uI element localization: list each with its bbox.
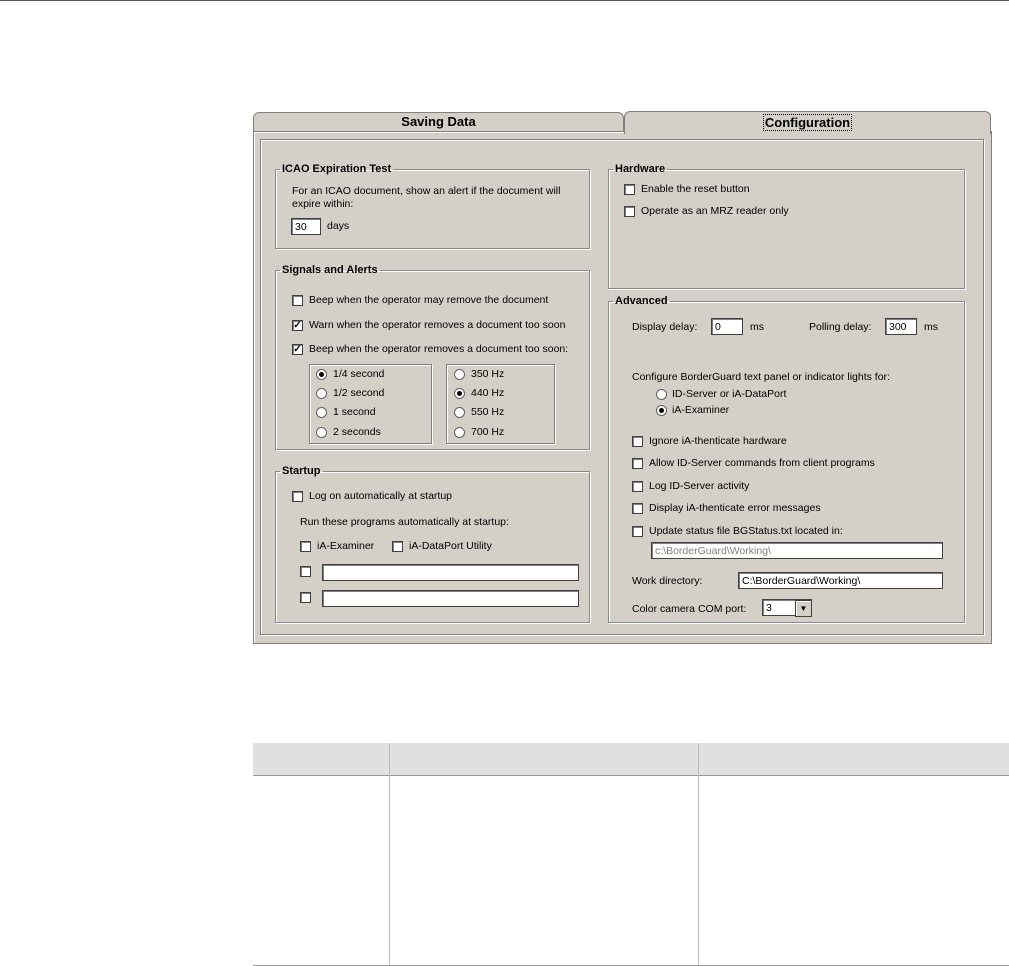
- display-delay-unit: ms: [750, 321, 764, 333]
- duration-label-quarter: 1/4 second: [333, 368, 385, 380]
- custom-program1-input[interactable]: [322, 564, 579, 581]
- chevron-down-icon[interactable]: ▼: [795, 600, 812, 617]
- custom-program2-input[interactable]: [322, 590, 579, 607]
- warn-soon-label: Warn when the operator removes a documen…: [309, 319, 566, 331]
- display-delay-label: Display delay:: [632, 321, 698, 333]
- tab-configuration[interactable]: Configuration: [624, 111, 991, 134]
- frequency-radio-350[interactable]: [454, 369, 465, 380]
- ignore-hw-checkbox[interactable]: [632, 436, 643, 447]
- frequency-radio-700[interactable]: [454, 427, 465, 438]
- custom-program1-checkbox[interactable]: [300, 566, 311, 577]
- icao-description-line1: For an ICAO document, show an alert if t…: [292, 185, 561, 197]
- run-programs-label: Run these programs automatically at star…: [300, 516, 509, 528]
- com-port-label: Color camera COM port:: [632, 603, 747, 615]
- beep-soon-label: Beep when the operator removes a documen…: [309, 343, 569, 355]
- advanced-group-title: Advanced: [615, 295, 668, 307]
- configure-bg-label: Configure BorderGuard text panel or indi…: [632, 371, 890, 383]
- icao-description-line2: expire within:: [292, 198, 354, 210]
- frequency-label-700: 700 Hz: [471, 426, 505, 438]
- duration-radio-two[interactable]: [316, 427, 327, 438]
- option-examiner-label: iA-Examiner: [672, 404, 730, 416]
- enable-reset-checkbox[interactable]: [624, 184, 635, 195]
- hardware-group: Hardware: [608, 163, 965, 289]
- work-dir-label: Work directory:: [632, 575, 703, 587]
- option-examiner-radio[interactable]: [656, 405, 667, 416]
- logon-auto-checkbox[interactable]: [292, 491, 303, 502]
- table-column-divider-1: [389, 743, 390, 965]
- frequency-label-440: 440 Hz: [471, 387, 505, 399]
- work-dir-input[interactable]: C:\BorderGuard\Working\: [738, 572, 943, 589]
- polling-delay-unit: ms: [924, 321, 938, 333]
- allow-cmds-checkbox[interactable]: [632, 458, 643, 469]
- ia-dataport-label: iA-DataPort Utility: [409, 540, 492, 552]
- ignore-hw-label: Ignore iA-thenticate hardware: [649, 435, 787, 447]
- log-activity-checkbox[interactable]: [632, 481, 643, 492]
- polling-delay-label: Polling delay:: [809, 321, 872, 333]
- beep-remove-label: Beep when the operator may remove the do…: [309, 294, 549, 306]
- duration-label-half: 1/2 second: [333, 387, 385, 399]
- display-errors-label: Display iA-thenticate error messages: [649, 502, 821, 514]
- logon-auto-label: Log on automatically at startup: [309, 490, 453, 502]
- display-errors-checkbox[interactable]: [632, 503, 643, 514]
- tab-saving-data[interactable]: Saving Data: [253, 112, 624, 131]
- startup-group-title: Startup: [282, 465, 321, 477]
- icao-days-input[interactable]: 30: [291, 218, 321, 235]
- page-top-rule: [0, 0, 1009, 1]
- display-delay-input[interactable]: 0: [711, 318, 743, 335]
- ia-examiner-label: iA-Examiner: [317, 540, 375, 552]
- table-header: [253, 743, 1009, 776]
- mrz-only-label: Operate as an MRZ reader only: [641, 205, 789, 217]
- ia-examiner-checkbox[interactable]: [300, 541, 311, 552]
- duration-radio-half[interactable]: [316, 388, 327, 399]
- duration-label-two: 2 seconds: [333, 426, 381, 438]
- beep-remove-checkbox[interactable]: [292, 295, 303, 306]
- beep-soon-checkbox[interactable]: ✓: [292, 344, 303, 355]
- allow-cmds-label: Allow ID-Server commands from client pro…: [649, 457, 875, 469]
- enable-reset-label: Enable the reset button: [641, 183, 750, 195]
- icao-days-unit: days: [327, 220, 350, 232]
- frequency-radio-550[interactable]: [454, 407, 465, 418]
- log-activity-label: Log ID-Server activity: [649, 480, 750, 492]
- option-idserver-label: ID-Server or iA-DataPort: [672, 388, 787, 400]
- option-idserver-radio[interactable]: [656, 389, 667, 400]
- hardware-group-title: Hardware: [615, 163, 666, 175]
- duration-radio-one[interactable]: [316, 407, 327, 418]
- status-path-input[interactable]: c:\BorderGuard\Working\: [651, 542, 943, 559]
- duration-radio-quarter[interactable]: [316, 369, 327, 380]
- signals-group-title: Signals and Alerts: [282, 264, 378, 276]
- update-status-checkbox[interactable]: [632, 526, 643, 537]
- update-status-label: Update status file BGStatus.txt located …: [649, 525, 843, 537]
- mrz-only-checkbox[interactable]: [624, 206, 635, 217]
- icao-group-title: ICAO Expiration Test: [282, 163, 392, 175]
- table-column-divider-2: [698, 743, 699, 965]
- frequency-label-550: 550 Hz: [471, 406, 505, 418]
- duration-label-one: 1 second: [333, 406, 376, 418]
- frequency-label-350: 350 Hz: [471, 368, 505, 380]
- tab-configuration-label: Configuration: [762, 114, 853, 131]
- ia-dataport-checkbox[interactable]: [392, 541, 403, 552]
- polling-delay-input[interactable]: 300: [885, 318, 917, 335]
- warn-soon-checkbox[interactable]: ✓: [292, 320, 303, 331]
- custom-program2-checkbox[interactable]: [300, 592, 311, 603]
- frequency-radio-440[interactable]: [454, 388, 465, 399]
